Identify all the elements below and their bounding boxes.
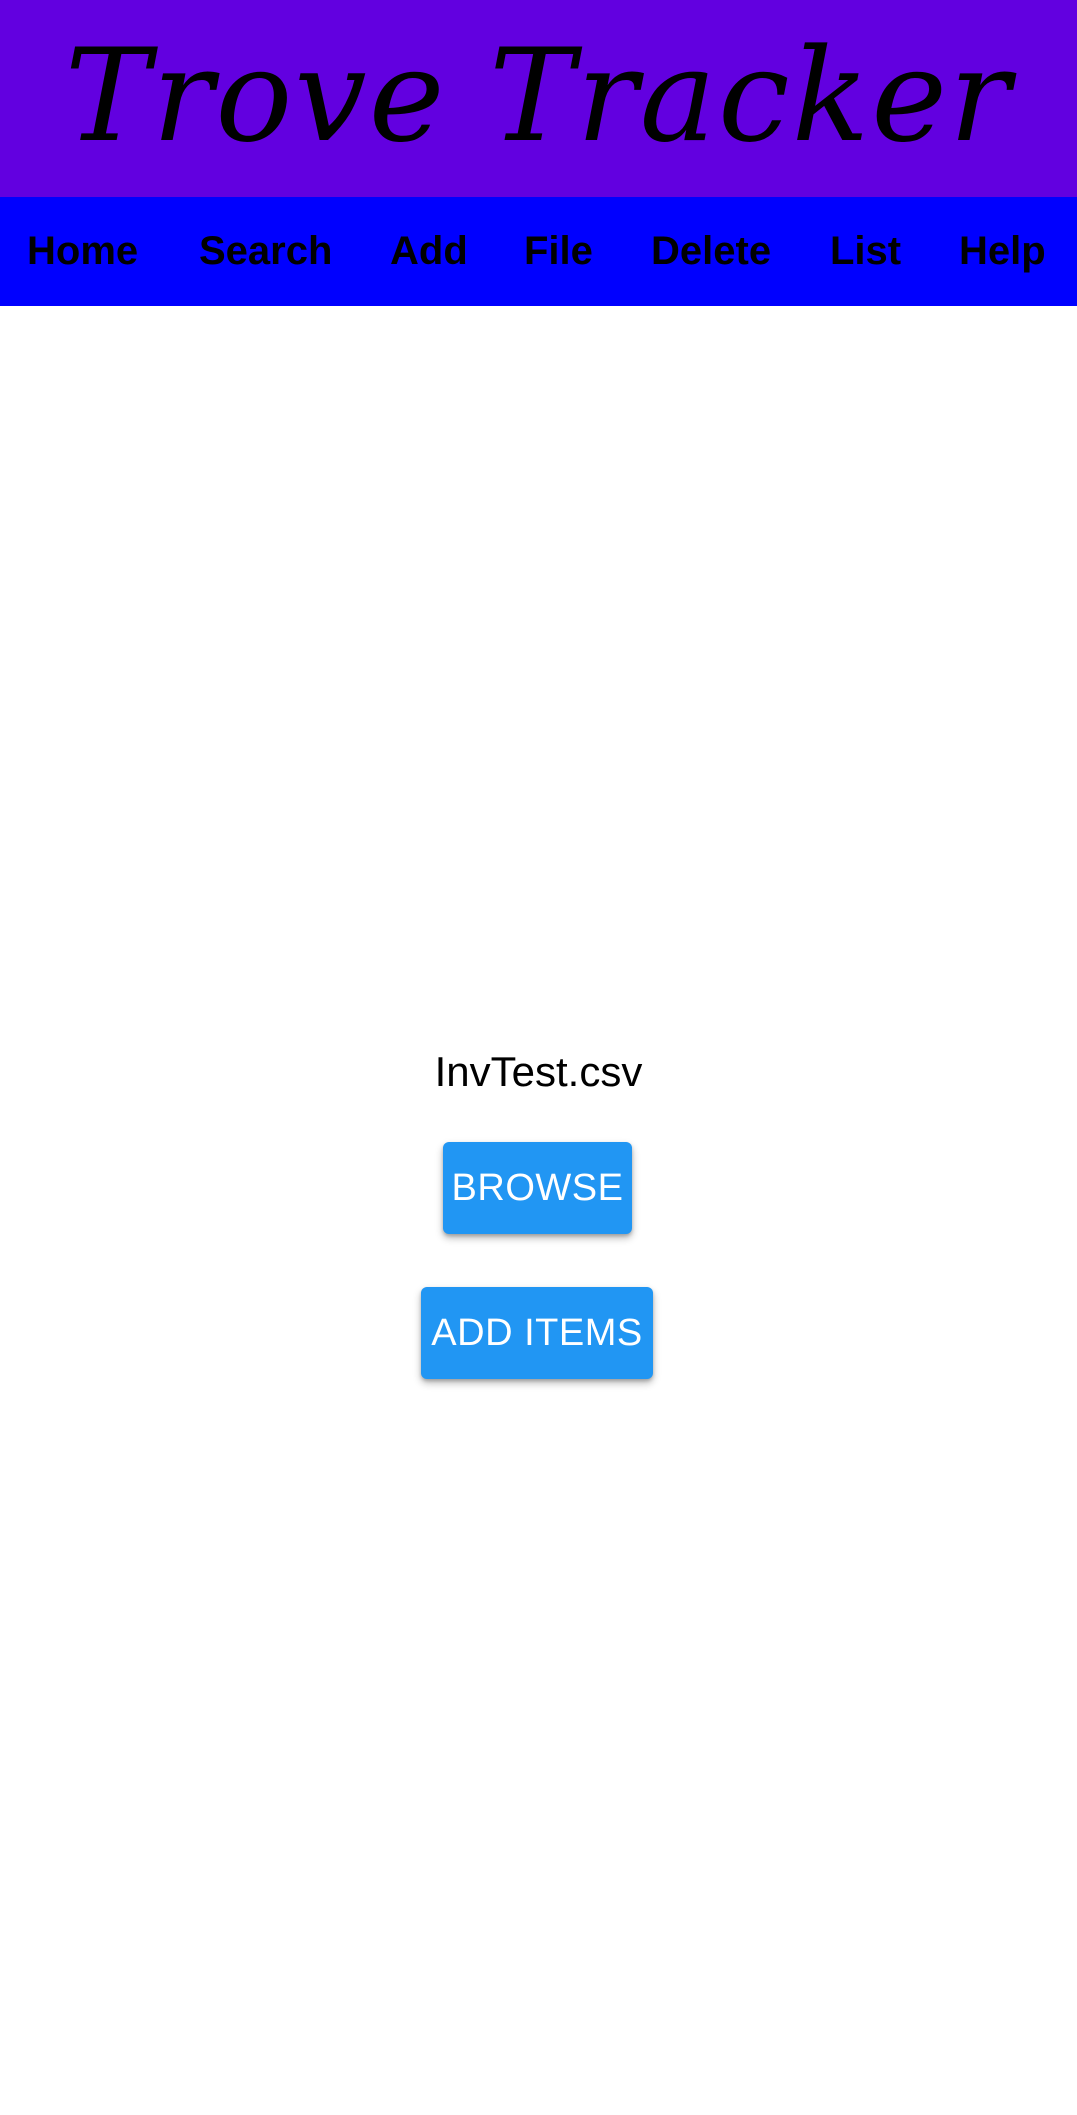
nav-item-help[interactable]: Help [959,197,1046,306]
selected-file-name: InvTest.csv [434,1048,643,1095]
nav-bar: Home Search Add File Delete List Help [0,197,1077,306]
app-title: Trove Tracker [64,21,1013,171]
nav-item-file[interactable]: File [524,197,593,306]
app-header: Trove Tracker [0,0,1077,197]
browse-button[interactable]: BROWSE [443,1142,632,1234]
add-items-button[interactable]: ADD ITEMS [421,1287,653,1379]
nav-item-delete[interactable]: Delete [651,197,771,306]
nav-item-add[interactable]: Add [390,197,468,306]
nav-item-search[interactable]: Search [199,197,332,306]
nav-item-list[interactable]: List [830,197,901,306]
nav-item-home[interactable]: Home [27,197,138,306]
